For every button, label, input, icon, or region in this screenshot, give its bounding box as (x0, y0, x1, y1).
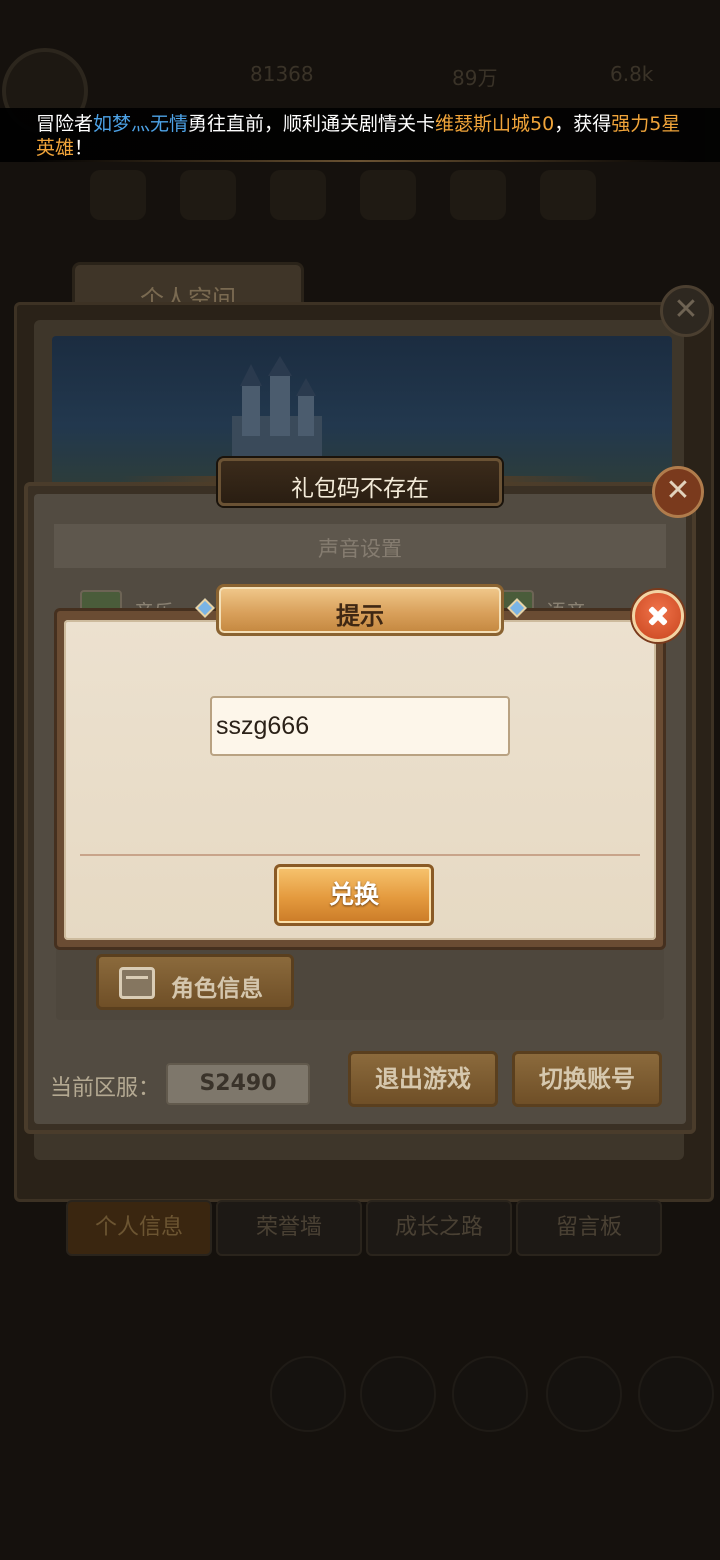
nav-button (360, 1356, 436, 1432)
settings-close-icon[interactable]: ✕ (652, 466, 704, 518)
feature-icon (180, 170, 236, 220)
resource-gems: 6.8k (610, 62, 654, 86)
nav-button (546, 1356, 622, 1432)
broadcast-suffix: ！ (74, 137, 94, 159)
sound-settings-label: 声音设置 (318, 537, 402, 561)
redeem-button[interactable]: 兑换 (274, 864, 434, 926)
role-info-label: 角色信息 (171, 976, 263, 1002)
resource-power: 89万 (452, 66, 498, 90)
broadcast-player-name: 如梦灬无情 (93, 113, 189, 135)
prompt-title: 提示 (336, 602, 384, 630)
current-server-label: 当前区服： (50, 1076, 161, 1101)
nav-button (270, 1356, 346, 1432)
role-info-button[interactable]: 角色信息 (96, 954, 294, 1010)
broadcast-middle: 勇往直前，顺利通关剧情关卡 (188, 113, 436, 135)
space-bottom-tabs: 个人信息 荣誉墙 成长之路 留言板 (62, 1200, 662, 1266)
feature-icon (270, 170, 326, 220)
tab-personal-info[interactable]: 个人信息 (66, 1200, 212, 1256)
nav-button (638, 1356, 714, 1432)
broadcast-prefix: 冒险者 (36, 113, 94, 135)
tab-growth-path[interactable]: 成长之路 (366, 1200, 512, 1256)
prompt-title-plate: 提示 (216, 584, 504, 636)
feature-icon (90, 170, 146, 220)
broadcast-divider (30, 160, 690, 162)
gift-code-banner: 礼包码不存在 (218, 458, 502, 506)
gift-banner-wing-right (500, 476, 600, 486)
nav-button (452, 1356, 528, 1432)
broadcast-message: 冒险者如梦灬无情勇往直前，顺利通关剧情关卡维瑟斯山城50，获得强力5星英雄！ (36, 112, 696, 160)
exit-game-button[interactable]: 退出游戏 (348, 1051, 498, 1107)
broadcast-action: ，获得 (554, 113, 612, 135)
close-icon[interactable] (632, 590, 684, 642)
switch-account-button[interactable]: 切换账号 (512, 1051, 662, 1107)
gift-code-input[interactable] (210, 696, 510, 756)
feature-icons-row (70, 170, 630, 240)
broadcast-stage: 维瑟斯山城50 (435, 113, 555, 135)
sound-settings-header: 声音设置 (54, 524, 666, 568)
id-card-icon (119, 967, 155, 999)
feature-icon (540, 170, 596, 220)
current-server-value: S2490 (166, 1063, 310, 1105)
bottom-nav (0, 1340, 720, 1560)
gift-banner-wing-left (120, 476, 220, 486)
gift-code-message: 礼包码不存在 (291, 476, 429, 502)
prompt-divider (80, 854, 640, 856)
space-close-icon[interactable]: ✕ (660, 285, 712, 337)
resource-gold: 81368 (250, 62, 314, 86)
feature-icon (360, 170, 416, 220)
feature-icon (450, 170, 506, 220)
tab-honor-wall[interactable]: 荣誉墙 (216, 1200, 362, 1256)
tab-message-board[interactable]: 留言板 (516, 1200, 662, 1256)
